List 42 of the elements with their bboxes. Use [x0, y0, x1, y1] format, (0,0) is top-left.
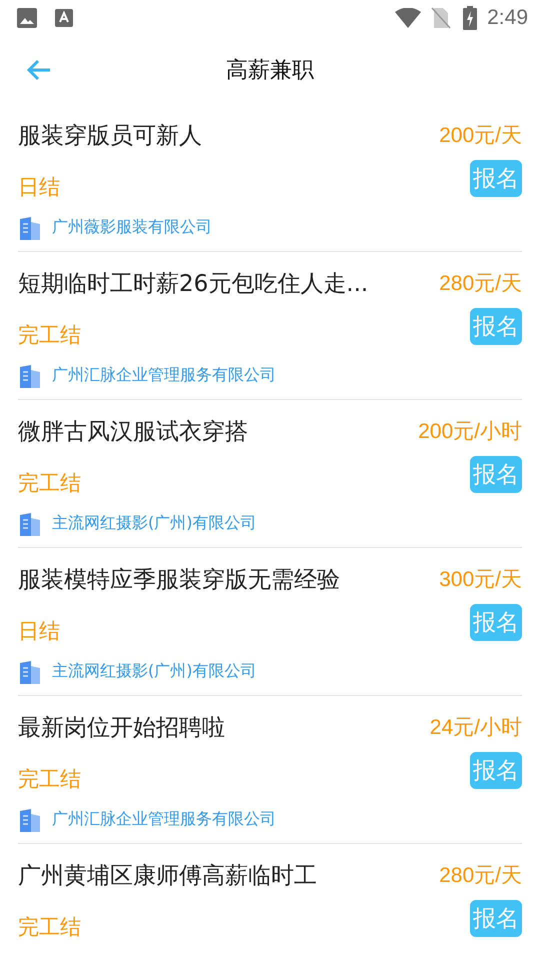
- wifi-icon: [395, 8, 422, 28]
- image-icon: [17, 8, 37, 28]
- settlement-type: 完工结: [18, 766, 81, 793]
- apply-button[interactable]: 报名: [470, 604, 522, 640]
- company-name: 主流网红摄影(广州)有限公司: [52, 661, 256, 682]
- job-title: 广州黄埔区康师傅高薪临时工: [18, 862, 318, 890]
- apply-button[interactable]: 报名: [470, 900, 522, 936]
- clock-time: 2:49: [487, 6, 528, 30]
- company-name: 广州汇脉企业管理服务有限公司: [52, 365, 276, 386]
- building-icon: [18, 808, 42, 832]
- pay-rate: 280元/天: [439, 863, 522, 889]
- settlement-type: 完工结: [18, 470, 81, 497]
- job-title: 服装穿版员可新人: [18, 122, 203, 150]
- settlement-type: 完工结: [18, 914, 81, 941]
- apply-button[interactable]: 报名: [470, 456, 522, 492]
- settlement-type: 日结: [18, 618, 60, 645]
- building-icon: [18, 364, 42, 388]
- job-title: 微胖古风汉服试衣穿搭: [18, 418, 249, 446]
- company-name: 主流网红摄影(广州)有限公司: [52, 513, 256, 534]
- pay-rate: 24元/小时: [430, 715, 522, 741]
- battery-charging-icon: [463, 6, 478, 30]
- company-name: 广州汇脉企业管理服务有限公司: [52, 809, 276, 830]
- no-sim-icon: [431, 7, 452, 29]
- page-title: 高薪兼职: [226, 57, 314, 85]
- apply-button[interactable]: 报名: [470, 160, 522, 196]
- pay-rate: 200元/天: [439, 123, 522, 149]
- apply-button[interactable]: 报名: [470, 752, 522, 788]
- job-title: 短期临时工时薪26元包吃住人走...: [18, 270, 370, 298]
- back-arrow-icon: [26, 58, 52, 82]
- settlement-type: 日结: [18, 174, 60, 201]
- company-name: 广州薇影服装有限公司: [52, 217, 212, 238]
- pay-rate: 200元/小时: [418, 419, 522, 445]
- pay-rate: 300元/天: [439, 567, 522, 593]
- building-icon: [18, 216, 42, 240]
- job-title: 服装模特应季服装穿版无需经验: [18, 566, 341, 594]
- font-icon: [55, 9, 73, 27]
- settlement-type: 完工结: [18, 322, 81, 349]
- job-title: 最新岗位开始招聘啦: [18, 714, 226, 742]
- pay-rate: 280元/天: [439, 271, 522, 297]
- building-icon: [18, 660, 42, 684]
- building-icon: [18, 512, 42, 536]
- apply-button[interactable]: 报名: [470, 308, 522, 344]
